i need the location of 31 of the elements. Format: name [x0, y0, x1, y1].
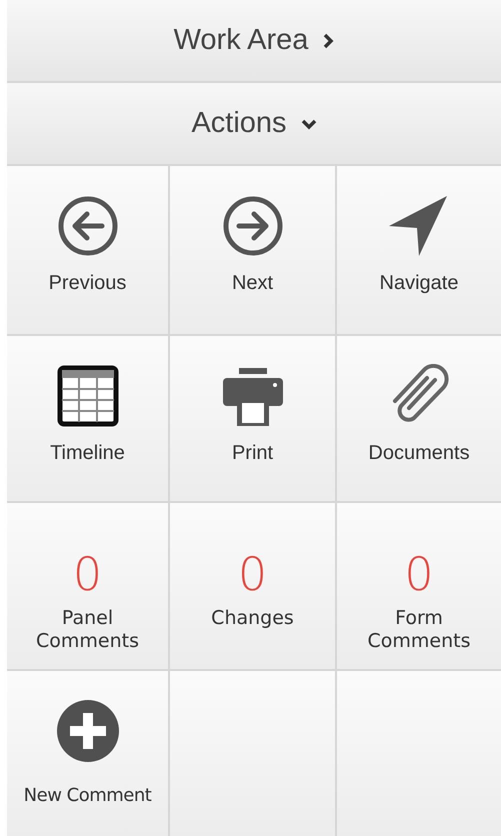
tile-label: Navigate [380, 272, 458, 295]
left-arrow-circle-icon [56, 194, 120, 258]
tile-label: Next [232, 272, 274, 295]
action-tile[interactable]: Next [170, 166, 335, 334]
count-number: 0 [404, 551, 434, 597]
action-tile[interactable]: Previous [7, 166, 168, 334]
plus-circle-icon [56, 699, 120, 763]
action-tile[interactable]: Timeline [7, 336, 168, 501]
action-tile[interactable]: Print [170, 336, 335, 501]
tile-label: Changes [211, 607, 294, 630]
tile-label: New Comment [24, 785, 152, 806]
chevron-down-icon [300, 118, 317, 130]
right-arrow-circle-icon [220, 194, 284, 258]
tile-label: Timeline [50, 442, 125, 465]
section-header[interactable]: Work Area [7, 0, 501, 81]
tile-label: Panel Comments [35, 607, 140, 653]
chevron-right-icon [322, 32, 334, 48]
action-tile[interactable]: 0 Form Comments [337, 503, 501, 669]
tile-label: Form Comments [366, 607, 472, 653]
action-tile[interactable]: 0 Changes [170, 503, 335, 669]
action-tile[interactable]: Documents [337, 336, 501, 501]
tile-label: Previous [48, 272, 126, 295]
tile-label: Documents [368, 442, 470, 465]
count-number: 0 [72, 551, 102, 597]
action-tile[interactable]: New Comment [7, 671, 168, 836]
count-number: 0 [238, 551, 268, 597]
section-header[interactable]: Actions [7, 83, 501, 164]
tile-label: Print [232, 442, 274, 465]
table-icon [56, 364, 120, 428]
action-tile[interactable]: 0 Panel Comments [7, 503, 168, 669]
action-tile[interactable]: Navigate [337, 166, 501, 334]
